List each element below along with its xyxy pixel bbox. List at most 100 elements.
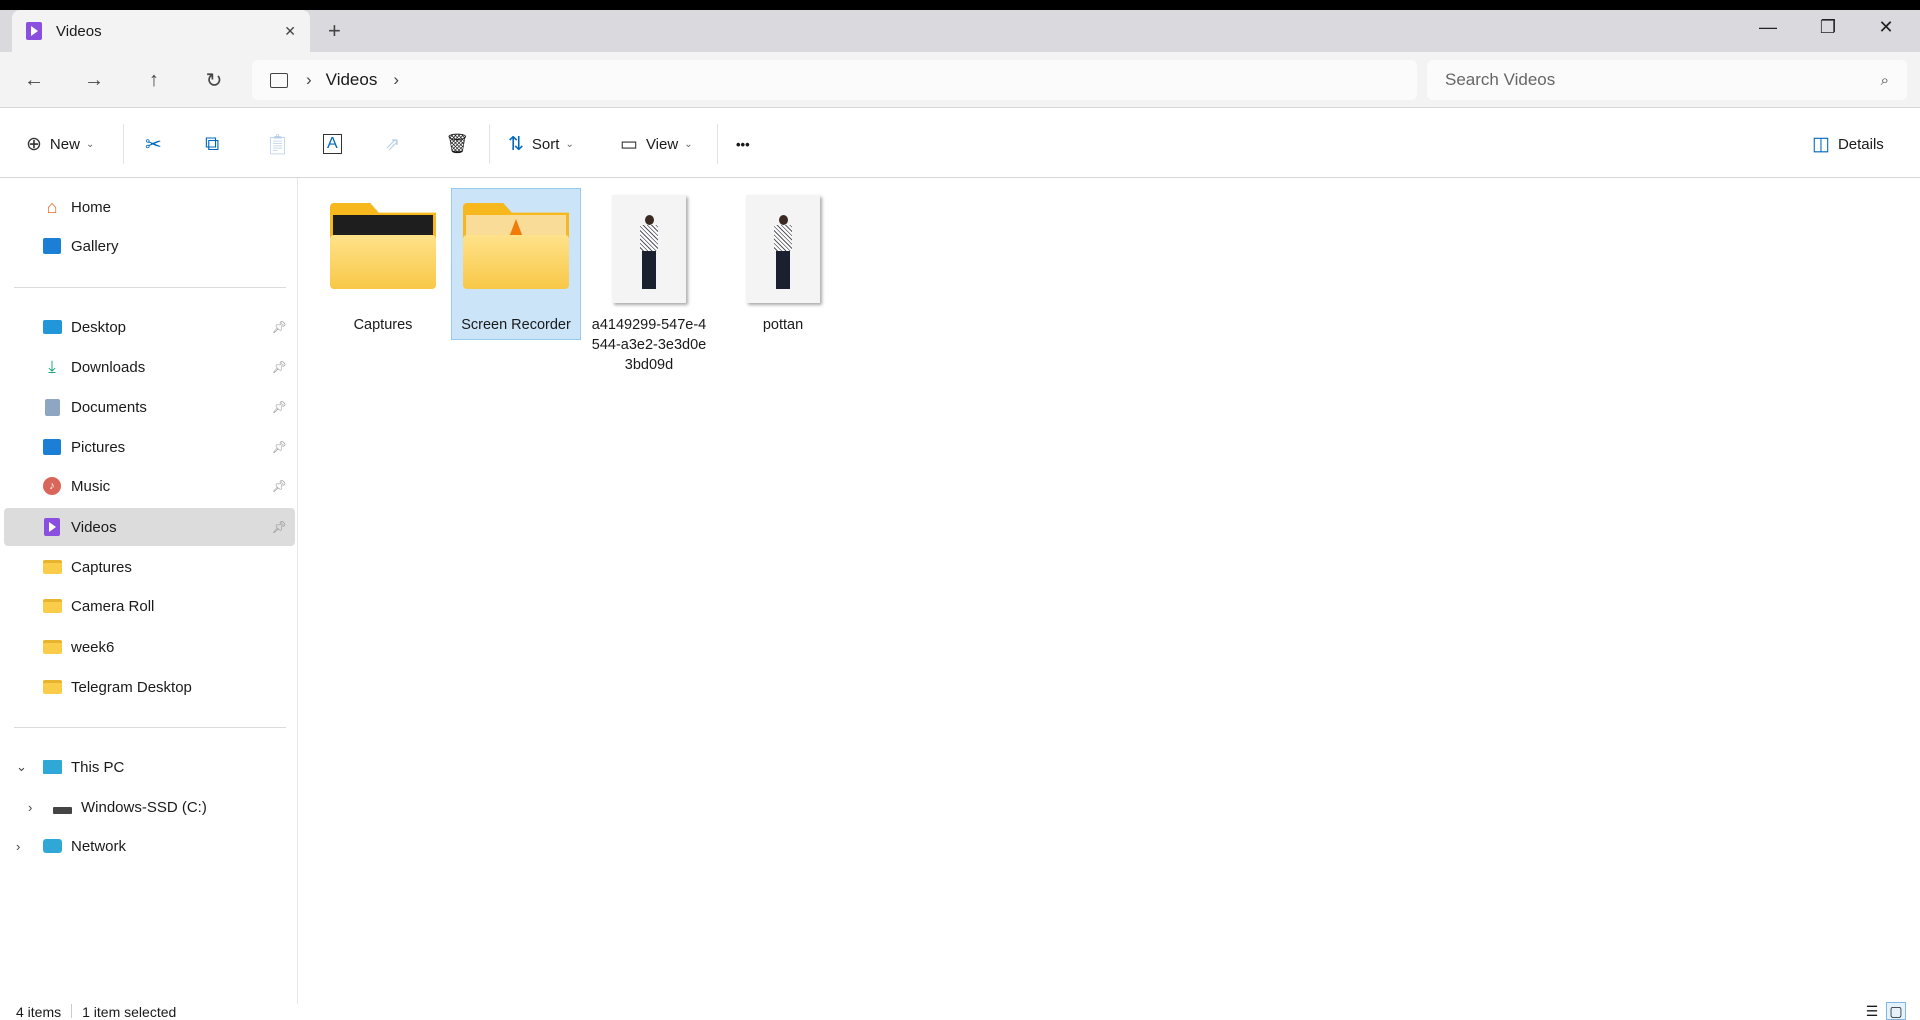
sidebar-item-this-pc[interactable]: ⌄ This PC [4,749,295,785]
folder-icon [42,597,62,615]
divider [14,287,286,288]
new-tab-button[interactable]: + [328,18,341,44]
sidebar-item-label: Downloads [71,358,146,376]
divider [14,727,286,728]
sidebar-item-camera-roll[interactable]: Camera Roll [4,588,295,624]
large-icons-view-button[interactable]: ▢ [1886,1002,1906,1020]
cut-button[interactable]: ✂ [145,126,162,162]
sidebar-item-music[interactable]: ♪ Music 📌︎ [4,468,295,504]
sidebar-item-label: Videos [71,518,117,536]
item-label: a4149299-547e-4544-a3e2-3e3d0e3bd09d [591,317,707,373]
image-thumbnail [746,195,820,303]
sidebar-item-videos[interactable]: Videos 📌︎ [4,508,295,546]
pin-icon[interactable]: 📌︎ [272,320,287,334]
details-button[interactable]: ◫ Details [1812,126,1884,162]
chevron-right-icon[interactable]: › [28,800,32,815]
close-button[interactable]: ✕ [1866,14,1906,40]
view-label: View [645,135,679,153]
paste-button[interactable]: 📋︎ [265,126,290,162]
folder-icon [42,638,62,656]
folder-icon [42,558,62,576]
share-button[interactable]: ⇗ [385,126,400,162]
folder-item[interactable]: Captures [318,188,448,340]
tab-videos[interactable]: Videos ✕ [12,10,310,52]
sidebar-item-label: Home [71,198,112,216]
network-icon [42,837,62,855]
this-pc-icon [42,758,62,776]
chevron-right-icon[interactable]: › [16,839,20,854]
item-label: Captures [353,317,413,333]
details-label: Details [1837,135,1884,153]
search-icon: ⌕ [1880,71,1889,89]
sort-label: Sort [531,135,560,153]
image-item[interactable]: pottan [718,188,848,340]
up-button[interactable]: ↑ [136,62,172,98]
restore-button[interactable]: ❐ [1808,14,1848,40]
sidebar-item-pictures[interactable]: Pictures 📌︎ [4,429,295,465]
sidebar-item-label: This PC [71,758,125,776]
address-bar[interactable]: › Videos › [252,60,1417,100]
sidebar-item-documents[interactable]: Documents 📌︎ [4,389,295,425]
sidebar-item-week6[interactable]: week6 [4,629,295,665]
delete-button[interactable]: 🗑︎ [445,126,469,162]
view-icon: ▭ [620,133,638,155]
more-options-button[interactable]: ••• [736,126,750,162]
videos-icon [26,22,42,40]
chevron-right-icon: › [306,70,312,89]
pictures-icon [42,438,62,456]
pin-icon[interactable]: 📌︎ [272,400,287,414]
selection-count: 1 item selected [82,1004,177,1020]
new-button[interactable]: ⊕ New ⌄ [26,126,94,162]
sidebar-item-label: Pictures [71,438,126,456]
sidebar-item-telegram-desktop[interactable]: Telegram Desktop [4,669,295,705]
desktop-icon [42,318,62,336]
pin-icon[interactable]: 📌︎ [272,479,287,493]
chevron-down-icon: ⌄ [684,138,693,150]
sidebar-item-home[interactable]: ⌂ Home [4,189,295,225]
minimize-button[interactable]: — [1748,14,1788,40]
copy-button[interactable]: ⧉ [205,126,219,162]
sidebar-item-downloads[interactable]: ⤓ Downloads 📌︎ [4,349,295,385]
details-pane-icon: ◫ [1812,133,1830,155]
sidebar-item-label: Network [71,837,127,855]
sidebar-item-label: Gallery [71,237,119,255]
copy-icon: ⧉ [205,132,220,155]
sidebar-item-captures[interactable]: Captures [4,549,295,585]
pin-icon[interactable]: 📌︎ [272,360,287,374]
documents-icon [42,398,62,416]
sidebar-item-label: Music [71,477,111,495]
divider [71,1004,73,1018]
sidebar-item-network[interactable]: › Network [4,828,295,864]
sidebar-item-windows-ssd[interactable]: › Windows-SSD (C:) [4,789,295,825]
list-icon: ☰ [1865,1002,1879,1019]
refresh-button[interactable]: ↻ [196,62,232,98]
chevron-right-icon[interactable]: › [393,70,399,90]
top-bar [0,0,1920,10]
sidebar-item-gallery[interactable]: Gallery [4,228,295,264]
forward-button[interactable]: → [76,62,112,98]
sidebar-item-desktop[interactable]: Desktop 📌︎ [4,309,295,345]
folder-item[interactable]: Screen Recorder [451,188,581,340]
breadcrumb-videos[interactable]: Videos [326,70,378,90]
tab-title: Videos [56,22,102,40]
tab-close-button[interactable]: ✕ [284,23,296,40]
videos-icon [42,518,62,536]
image-item[interactable]: a4149299-547e-4544-a3e2-3e3d0e3bd09d [584,188,714,380]
pin-icon[interactable]: 📌︎ [272,520,287,534]
rename-icon: A [323,134,342,154]
rename-button[interactable]: A [323,126,342,162]
item-label: pottan [762,317,804,333]
search-input[interactable]: Search Videos ⌕ [1427,60,1907,100]
folder-icon [42,678,62,696]
back-button[interactable]: ← [16,62,52,98]
image-thumbnail [612,195,686,303]
trash-icon: 🗑︎ [445,134,470,155]
sort-button[interactable]: ⇅ Sort ⌄ [508,126,574,162]
pin-icon[interactable]: 📌︎ [272,440,287,454]
view-button[interactable]: ▭ View ⌄ [620,126,693,162]
search-placeholder: Search Videos [1445,70,1556,89]
divider [123,124,124,164]
details-view-button[interactable]: ☰ [1862,1002,1882,1020]
chevron-down-icon[interactable]: ⌄ [16,759,27,775]
scissors-icon: ✂ [145,133,162,156]
